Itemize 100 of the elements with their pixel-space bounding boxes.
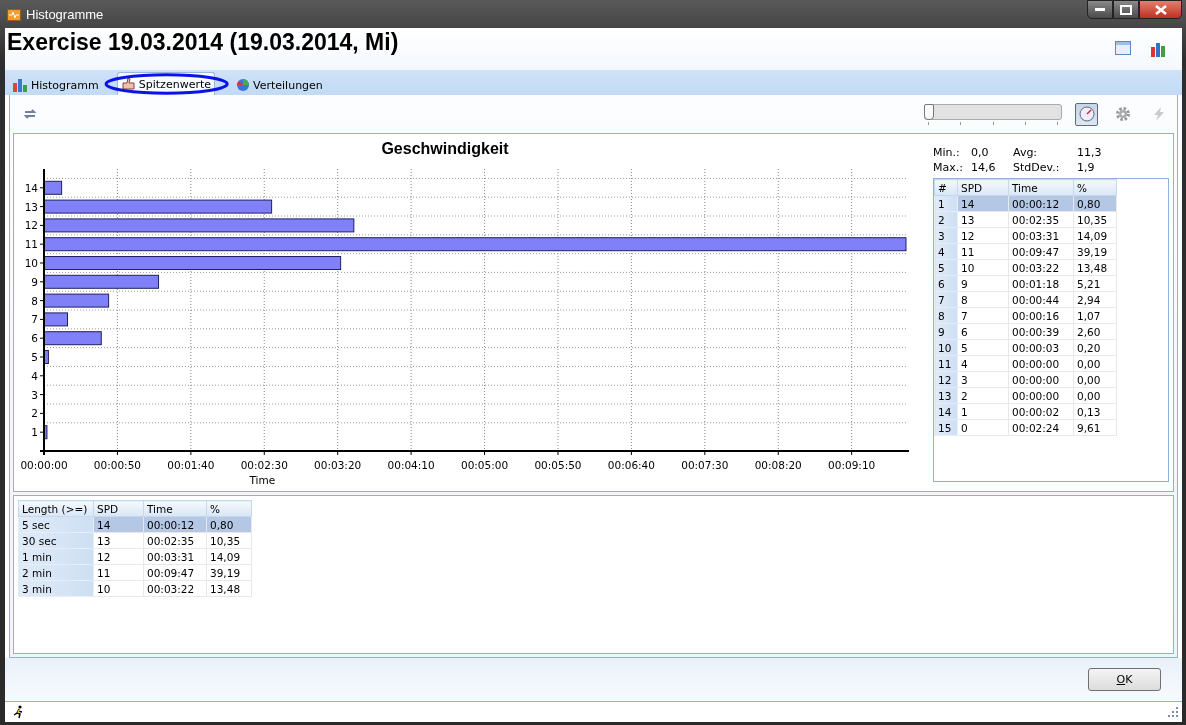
- table-cell[interactable]: 00:00:03: [1008, 339, 1074, 356]
- exercise-title: Exercise 19.03.2014 (19.03.2014, Mi): [7, 29, 399, 56]
- table-cell[interactable]: 2: [957, 387, 1009, 404]
- table-cell[interactable]: 00:03:31: [1008, 227, 1074, 244]
- table-cell[interactable]: 0,00: [1073, 355, 1117, 372]
- minimize-button[interactable]: [1087, 0, 1113, 19]
- y-axis-label: 8: [31, 294, 38, 307]
- gauge-icon: [1078, 106, 1095, 122]
- table-cell[interactable]: 5: [957, 339, 1009, 356]
- table-cell[interactable]: 00:00:00: [1008, 387, 1074, 404]
- table-cell[interactable]: 11: [93, 564, 144, 581]
- refresh-icon[interactable]: [23, 107, 37, 121]
- stat-label: StdDev.:: [1013, 161, 1061, 174]
- table-cell[interactable]: 13: [93, 532, 144, 549]
- x-axis-label: 00:05:00: [460, 459, 509, 471]
- table-cell[interactable]: 00:09:47: [143, 564, 207, 581]
- table-cell[interactable]: 3: [957, 371, 1009, 388]
- table-cell[interactable]: 10,35: [206, 532, 252, 549]
- table-cell[interactable]: 39,19: [1073, 243, 1117, 260]
- speed-bar: [43, 350, 49, 364]
- table-cell[interactable]: 0,13: [1073, 403, 1117, 420]
- table-cell[interactable]: 0,00: [1073, 387, 1117, 404]
- table-cell[interactable]: 00:00:16: [1008, 307, 1074, 324]
- table-cell[interactable]: 00:00:39: [1008, 323, 1074, 340]
- table-cell[interactable]: 00:09:47: [1008, 243, 1074, 260]
- x-axis-title: Time: [249, 474, 276, 486]
- table-cell[interactable]: 0: [957, 419, 1009, 436]
- x-axis-label: 00:09:10: [828, 459, 876, 471]
- y-axis-label: 5: [31, 351, 38, 363]
- resize-grip-icon[interactable]: [1168, 707, 1178, 717]
- y-axis-label: 2: [31, 407, 38, 420]
- table-cell[interactable]: 00:00:02: [1008, 403, 1074, 420]
- column-header[interactable]: Length (>=): [18, 500, 94, 517]
- window-icon[interactable]: [1115, 41, 1131, 55]
- table-cell[interactable]: 00:03:31: [143, 548, 207, 565]
- table-cell[interactable]: 2,94: [1073, 291, 1117, 308]
- table-cell[interactable]: 1,07: [1073, 307, 1117, 324]
- stat-value: 0,0: [971, 146, 990, 159]
- table-cell[interactable]: 0,00: [1073, 371, 1117, 388]
- column-header[interactable]: Time: [1008, 179, 1074, 196]
- table-cell[interactable]: 00:02:24: [1008, 419, 1074, 436]
- close-button[interactable]: [1139, 0, 1182, 19]
- table-cell[interactable]: 0,20: [1073, 339, 1117, 356]
- table-cell[interactable]: 39,19: [206, 564, 252, 581]
- table-cell[interactable]: 6: [957, 323, 1009, 340]
- chart-title: Geschwindigkeit: [381, 140, 509, 157]
- table-cell[interactable]: 4: [957, 355, 1009, 372]
- tab[interactable]: Histogramm: [9, 74, 103, 95]
- table-cell[interactable]: 00:02:35: [143, 532, 207, 549]
- table-cell[interactable]: 13,48: [206, 580, 252, 597]
- gauge-button[interactable]: [1075, 102, 1098, 126]
- table-cell[interactable]: 14,09: [1073, 227, 1117, 244]
- pie-chart-icon: [235, 78, 250, 92]
- table-cell[interactable]: 13,48: [1073, 259, 1117, 276]
- x-axis-label: 00:06:40: [607, 459, 655, 471]
- maximize-button[interactable]: [1113, 0, 1139, 19]
- table-cell[interactable]: 2,60: [1073, 323, 1117, 340]
- table-cell[interactable]: 5,21: [1073, 275, 1117, 292]
- speed-bar: [43, 331, 102, 346]
- table-cell[interactable]: 13: [957, 211, 1009, 228]
- table-cell[interactable]: 00:00:44: [1008, 291, 1074, 308]
- table-cell[interactable]: 00:03:22: [143, 580, 207, 597]
- y-axis-label: 12: [24, 219, 38, 232]
- table-cell[interactable]: 14,09: [206, 548, 252, 565]
- column-header[interactable]: #: [934, 179, 958, 196]
- table-cell[interactable]: 10: [93, 580, 144, 597]
- table-cell[interactable]: 00:02:35: [1008, 211, 1074, 228]
- runner-icon: [13, 705, 25, 719]
- x-axis-label: 00:00:00: [20, 459, 68, 471]
- tab[interactable]: Verteilungen: [231, 74, 327, 95]
- table-cell[interactable]: 00:03:22: [1008, 259, 1074, 276]
- table-cell[interactable]: 9: [957, 275, 1009, 292]
- x-axis-label: 00:02:30: [240, 459, 288, 471]
- hand-icon: [120, 77, 136, 91]
- table-cell[interactable]: 1: [957, 403, 1009, 420]
- x-axis-label: 00:03:20: [314, 459, 362, 471]
- column-header[interactable]: %: [1073, 179, 1117, 196]
- table-cell[interactable]: 12: [93, 548, 144, 565]
- column-header[interactable]: SPD: [957, 179, 1009, 196]
- table-cell[interactable]: 10,35: [1073, 211, 1117, 228]
- bar-chart-icon[interactable]: [1150, 41, 1168, 57]
- app-icon: [7, 7, 21, 21]
- stat-label: Avg:: [1013, 146, 1039, 159]
- table-cell[interactable]: 9,61: [1073, 419, 1117, 436]
- minimize-icon: [1095, 7, 1105, 12]
- table-cell[interactable]: 7: [957, 307, 1009, 324]
- y-axis-label: 6: [31, 332, 38, 345]
- ok-button[interactable]: OK: [1088, 668, 1161, 691]
- slider[interactable]: [924, 101, 1062, 127]
- table-cell[interactable]: 8: [957, 291, 1009, 308]
- column-header[interactable]: SPD: [93, 500, 144, 517]
- table-cell[interactable]: 10: [957, 259, 1009, 276]
- column-header[interactable]: %: [206, 500, 252, 517]
- table-cell[interactable]: 11: [957, 243, 1009, 260]
- table-cell[interactable]: 00:01:18: [1008, 275, 1074, 292]
- table-cell[interactable]: 00:00:00: [1008, 371, 1074, 388]
- bar-chart-icon: [13, 78, 28, 92]
- table-cell[interactable]: 12: [957, 227, 1009, 244]
- table-cell[interactable]: 00:00:00: [1008, 355, 1074, 372]
- column-header[interactable]: Time: [143, 500, 207, 517]
